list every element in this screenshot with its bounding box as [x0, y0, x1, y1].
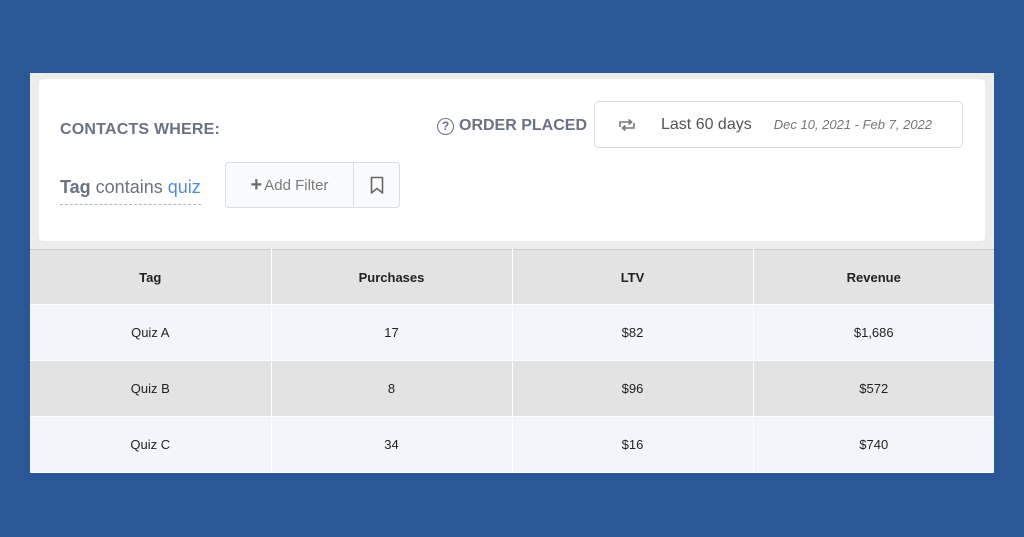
column-header-purchases[interactable]: Purchases [271, 249, 513, 305]
tag-filter-value: quiz [167, 177, 201, 197]
cell-purchases: 17 [271, 304, 513, 361]
filter-card: CONTACTS WHERE: ? ORDER PLACED Last 60 d… [39, 79, 985, 241]
column-header-revenue[interactable]: Revenue [753, 249, 994, 305]
cell-tag: Quiz A [30, 304, 272, 361]
date-preset-label: Last 60 days [661, 115, 752, 133]
cell-tag: Quiz B [30, 360, 272, 417]
date-range-picker[interactable]: Last 60 days Dec 10, 2021 - Feb 7, 2022 [594, 101, 963, 148]
repeat-icon [619, 118, 635, 131]
help-icon[interactable]: ? [437, 117, 454, 135]
cell-revenue: $1,686 [753, 304, 994, 361]
report-panel: CONTACTS WHERE: ? ORDER PLACED Last 60 d… [30, 73, 994, 473]
table-row: Quiz C 34 $16 $740 [30, 416, 994, 473]
tag-filter-condition[interactable]: Tag contains quiz [60, 177, 201, 205]
cell-purchases: 8 [271, 360, 513, 417]
column-header-tag[interactable]: Tag [30, 249, 272, 305]
bookmark-icon [370, 176, 383, 194]
tag-filter-key: Tag [60, 177, 91, 197]
order-placed-label: ? ORDER PLACED [437, 117, 587, 135]
tag-filter-operator: contains [90, 177, 168, 197]
add-filter-button[interactable]: + Add Filter [226, 163, 354, 207]
cell-ltv: $96 [512, 360, 754, 417]
contacts-where-label: CONTACTS WHERE: [60, 121, 221, 138]
cell-tag: Quiz C [30, 416, 272, 473]
add-filter-label: Add Filter [264, 176, 329, 194]
table-row: Quiz B 8 $96 $572 [30, 360, 994, 417]
order-placed-text: ORDER PLACED [459, 117, 588, 134]
date-range-text: Dec 10, 2021 - Feb 7, 2022 [773, 117, 933, 132]
table-header-row: Tag Purchases LTV Revenue [30, 249, 994, 305]
cell-revenue: $572 [753, 360, 994, 417]
results-table: Tag Purchases LTV Revenue Quiz A 17 $82 … [30, 249, 994, 473]
column-header-ltv[interactable]: LTV [512, 249, 754, 305]
filter-actions: + Add Filter [225, 162, 400, 208]
cell-ltv: $82 [512, 304, 754, 361]
cell-revenue: $740 [753, 416, 994, 473]
table-row: Quiz A 17 $82 $1,686 [30, 304, 994, 361]
plus-icon: + [250, 173, 263, 196]
cell-ltv: $16 [512, 416, 754, 473]
cell-purchases: 34 [271, 416, 513, 473]
bookmark-button[interactable] [354, 163, 399, 207]
